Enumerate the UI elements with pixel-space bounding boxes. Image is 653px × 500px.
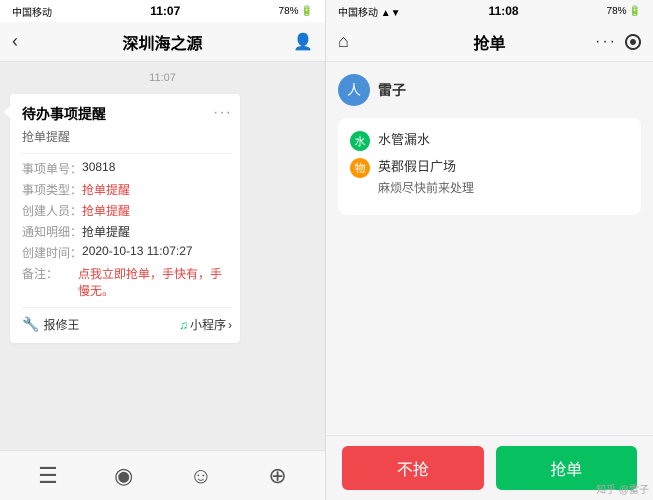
- field-value-time: 2020-10-13 11:07:27: [82, 244, 232, 261]
- right-phone: 中国移动 ▲▼ 11:08 78% 🔋 ⌂ 抢单 ··· 人 雷子: [326, 0, 653, 500]
- card-divider: [22, 153, 232, 154]
- right-nav-title: 抢单: [473, 30, 505, 54]
- left-time: 11:07: [150, 4, 180, 18]
- location-icon: 物: [350, 158, 370, 178]
- field-type: 事项类型： 抢单提醒: [22, 181, 232, 198]
- add-icon[interactable]: ⊕: [268, 463, 286, 489]
- left-nav-title: 深圳海之源: [122, 30, 202, 54]
- card-header: 待办事项提醒 ···: [22, 104, 232, 124]
- voice-icon[interactable]: ☰: [38, 463, 58, 489]
- right-nav-actions: ···: [595, 33, 641, 51]
- field-label-note: 备注：: [22, 265, 78, 299]
- field-value-notice: 抢单提醒: [82, 223, 232, 240]
- right-status-bar: 中国移动 ▲▼ 11:08 78% 🔋: [326, 0, 653, 22]
- left-phone: 中国移动 11:07 78% 🔋 ‹ 深圳海之源 👤 11:07 待办事项提醒 …: [0, 0, 326, 500]
- card-subtitle: 抢单提醒: [22, 128, 232, 145]
- chat-time-label: 11:07: [149, 72, 176, 84]
- record-inner: [630, 39, 636, 45]
- field-note: 备注： 点我立即抢单，手快有，手慢无。: [22, 265, 232, 299]
- field-notice: 通知明细： 抢单提醒: [22, 223, 232, 240]
- app-icon: 🔧: [22, 316, 39, 333]
- chat-toolbar: ☰ ◉ ☺ ⊕: [0, 450, 325, 500]
- mini-program-link[interactable]: ♫ 小程序 ›: [179, 316, 232, 333]
- info-card: 水 水管漏水 物 英郡假日广场 麻烦尽快前来处理: [338, 118, 641, 215]
- field-value-creator: 抢单提醒: [82, 202, 232, 219]
- message-bubble[interactable]: 待办事项提醒 ··· 抢单提醒 事项单号： 30818 事项类型： 抢单提醒: [10, 94, 240, 343]
- field-order-no: 事项单号： 30818: [22, 160, 232, 177]
- info-row-2: 物 英郡假日广场 麻烦尽快前来处理: [350, 157, 629, 197]
- emoji-icon[interactable]: ☺: [190, 463, 212, 489]
- left-status-bar: 中国移动 11:07 78% 🔋: [0, 0, 325, 22]
- user-avatar: 人: [338, 74, 370, 106]
- profile-icon[interactable]: 👤: [293, 32, 313, 52]
- left-nav-bar: ‹ 深圳海之源 👤: [0, 22, 325, 62]
- message-row: 待办事项提醒 ··· 抢单提醒 事项单号： 30818 事项类型： 抢单提醒: [10, 94, 315, 343]
- field-label-order-no: 事项单号：: [22, 160, 82, 177]
- left-carrier: 中国移动: [12, 4, 52, 19]
- chat-body: 11:07 待办事项提醒 ··· 抢单提醒 事项单号： 30818: [0, 62, 325, 450]
- avatar-text: 人: [347, 80, 361, 100]
- location-text: 英郡假日广场: [378, 157, 474, 177]
- footer-app-label: 🔧 报修王: [22, 316, 79, 333]
- field-value-type: 抢单提醒: [82, 181, 232, 198]
- mini-program-label: 小程序: [190, 316, 226, 333]
- right-time: 11:08: [489, 4, 519, 18]
- card-title: 待办事项提醒: [22, 104, 106, 124]
- card-more-icon[interactable]: ···: [213, 104, 232, 122]
- water-icon: 水: [350, 131, 370, 151]
- right-nav-bar: ⌂ 抢单 ···: [326, 22, 653, 62]
- field-value-note: 点我立即抢单，手快有，手慢无。: [78, 265, 232, 299]
- reject-button[interactable]: 不抢: [342, 446, 484, 490]
- more-icon[interactable]: ···: [595, 33, 617, 51]
- record-icon[interactable]: [625, 34, 641, 50]
- field-label-time: 创建时间：: [22, 244, 82, 261]
- field-creator: 创建人员： 抢单提醒: [22, 202, 232, 219]
- field-time: 创建时间： 2020-10-13 11:07:27: [22, 244, 232, 261]
- right-battery: 78% 🔋: [607, 6, 641, 17]
- field-label-type: 事项类型：: [22, 181, 82, 198]
- todo-card[interactable]: 待办事项提醒 ··· 抢单提醒 事项单号： 30818 事项类型： 抢单提醒: [22, 104, 232, 333]
- home-icon[interactable]: ⌂: [338, 31, 349, 52]
- water-text: 水管漏水: [378, 130, 430, 150]
- user-name: 雷子: [378, 80, 406, 100]
- user-row: 人 雷子: [338, 74, 641, 106]
- mini-program-icon: ♫: [179, 318, 188, 332]
- app-name: 报修王: [43, 316, 79, 333]
- back-button[interactable]: ‹: [12, 31, 18, 52]
- right-carrier: 中国移动 ▲▼: [338, 4, 401, 19]
- arrow-icon: ›: [228, 318, 232, 332]
- watermark: 知乎 @雷子: [596, 481, 649, 496]
- note-text: 麻烦尽快前来处理: [378, 179, 474, 197]
- card-footer[interactable]: 🔧 报修王 ♫ 小程序 ›: [22, 307, 232, 333]
- field-label-notice: 通知明细：: [22, 223, 82, 240]
- sound-icon[interactable]: ◉: [114, 463, 133, 489]
- field-label-creator: 创建人员：: [22, 202, 82, 219]
- left-battery: 78% 🔋: [279, 6, 313, 17]
- right-content: 人 雷子 水 水管漏水 物 英郡假日广场 麻烦尽快前来处理: [326, 62, 653, 435]
- field-value-order-no: 30818: [82, 160, 232, 177]
- info-row-1: 水 水管漏水: [350, 130, 629, 151]
